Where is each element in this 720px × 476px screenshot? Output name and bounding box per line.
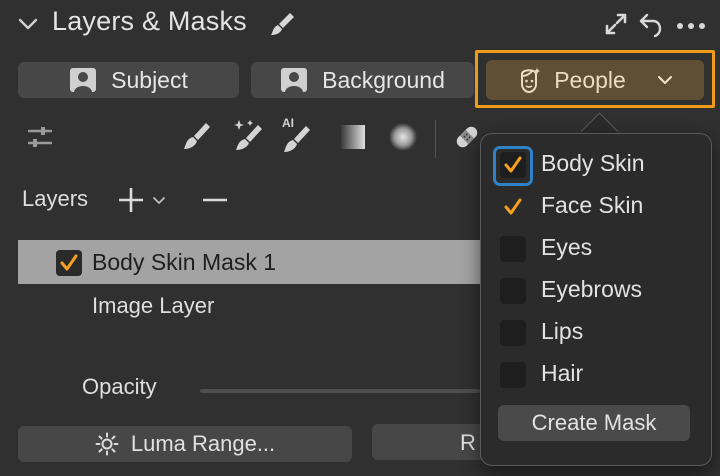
option-lips[interactable]: Lips <box>500 318 700 348</box>
create-mask-label: Create Mask <box>531 410 657 435</box>
eyebrows-checkbox[interactable] <box>500 278 526 304</box>
expand-icon[interactable] <box>604 12 628 36</box>
layer-name[interactable]: Body Skin Mask 1 <box>92 249 276 276</box>
tool-separator <box>435 120 436 158</box>
luma-range-button[interactable]: Luma Range... <box>18 426 352 462</box>
option-face-skin[interactable]: Face Skin <box>500 192 700 222</box>
more-icon[interactable] <box>676 22 706 30</box>
linear-gradient-icon[interactable] <box>340 124 366 150</box>
face-skin-label: Face Skin <box>541 192 644 218</box>
opacity-label: Opacity <box>82 374 157 399</box>
ai-brush-icon[interactable] <box>282 124 314 154</box>
add-layer-button[interactable] <box>118 186 170 214</box>
option-eyes[interactable]: Eyes <box>500 234 700 264</box>
subject-label: Subject <box>111 66 188 93</box>
remove-layer-button[interactable] <box>202 197 228 203</box>
person-icon <box>70 68 97 92</box>
collapse-chevron-icon[interactable] <box>16 12 40 36</box>
brush-icon[interactable] <box>268 10 296 38</box>
hair-checkbox[interactable] <box>500 362 526 388</box>
body-skin-label: Body Skin <box>541 150 645 176</box>
image-layer-label[interactable]: Image Layer <box>92 293 214 319</box>
person-icon <box>281 68 308 92</box>
undo-icon[interactable] <box>638 10 664 38</box>
layers-label: Layers <box>22 186 89 211</box>
opacity-slider[interactable] <box>200 389 480 393</box>
eyebrows-label: Eyebrows <box>541 276 642 302</box>
people-label: People <box>554 66 626 93</box>
sun-icon <box>95 432 119 456</box>
radial-gradient-icon[interactable] <box>388 122 418 152</box>
lips-label: Lips <box>541 318 584 344</box>
lips-checkbox[interactable] <box>500 320 526 346</box>
layer-visibility-checkbox[interactable] <box>56 250 82 276</box>
background-label: Background <box>322 66 445 93</box>
body-skin-checkbox[interactable] <box>500 152 526 178</box>
eyes-label: Eyes <box>541 234 593 260</box>
background-button[interactable]: Background <box>251 62 474 98</box>
refine-label: R <box>460 430 476 455</box>
option-hair[interactable]: Hair <box>500 360 700 390</box>
option-body-skin[interactable]: Body Skin <box>500 150 700 180</box>
adjust-sliders-icon[interactable] <box>26 124 54 150</box>
face-icon <box>521 68 541 94</box>
subject-button[interactable]: Subject <box>18 62 239 98</box>
eyes-checkbox[interactable] <box>500 236 526 262</box>
face-skin-checkbox[interactable] <box>500 194 526 220</box>
magic-brush-icon[interactable] <box>230 118 266 152</box>
brush-icon[interactable] <box>182 120 212 152</box>
refine-button[interactable]: R <box>372 424 492 460</box>
option-eyebrows[interactable]: Eyebrows <box>500 276 700 306</box>
panel-title: Layers & Masks <box>52 6 247 36</box>
luma-range-label: Luma Range... <box>130 431 276 456</box>
chevron-down-icon <box>657 75 672 85</box>
hair-label: Hair <box>541 360 584 386</box>
heal-icon[interactable] <box>452 122 482 152</box>
people-button[interactable]: People <box>486 60 704 100</box>
create-mask-button[interactable]: Create Mask <box>498 405 690 441</box>
